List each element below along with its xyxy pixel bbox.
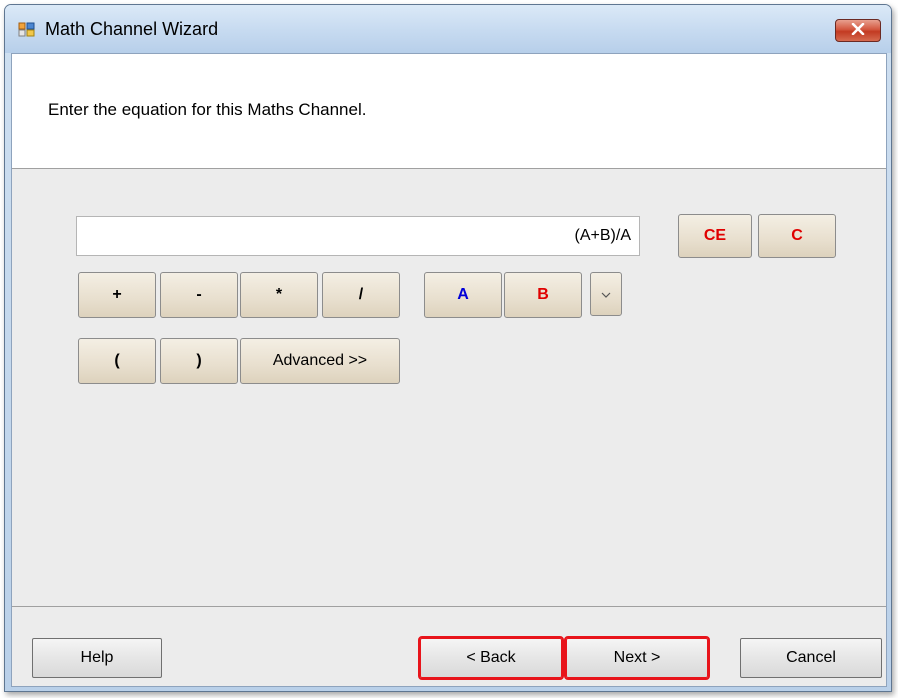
title-bar[interactable]: Math Channel Wizard bbox=[5, 5, 891, 53]
back-button[interactable]: < Back bbox=[418, 636, 564, 680]
wizard-window: Math Channel Wizard Enter the equation f… bbox=[4, 4, 892, 692]
close-paren-button[interactable]: ) bbox=[160, 338, 238, 384]
minus-button[interactable]: - bbox=[160, 272, 238, 318]
clear-entry-button[interactable]: CE bbox=[678, 214, 752, 258]
open-paren-button[interactable]: ( bbox=[78, 338, 156, 384]
plus-button[interactable]: + bbox=[78, 272, 156, 318]
cancel-button[interactable]: Cancel bbox=[740, 638, 882, 678]
wizard-header: Enter the equation for this Maths Channe… bbox=[12, 54, 886, 169]
next-button[interactable]: Next > bbox=[564, 636, 710, 680]
footer-divider bbox=[12, 606, 886, 607]
chevron-down-icon bbox=[601, 285, 611, 303]
window-title: Math Channel Wizard bbox=[45, 19, 219, 39]
instruction-text: Enter the equation for this Maths Channe… bbox=[48, 100, 367, 119]
help-button[interactable]: Help bbox=[32, 638, 162, 678]
divide-button[interactable]: / bbox=[322, 272, 400, 318]
equation-field[interactable]: (A+B)/A bbox=[76, 216, 640, 256]
multiply-button[interactable]: * bbox=[240, 272, 318, 318]
clear-button[interactable]: C bbox=[758, 214, 836, 258]
channel-a-button[interactable]: A bbox=[424, 272, 502, 318]
more-channels-dropdown[interactable] bbox=[590, 272, 622, 316]
wizard-client-area: Enter the equation for this Maths Channe… bbox=[11, 53, 887, 687]
close-x-icon bbox=[851, 22, 865, 40]
window-app-icon bbox=[18, 20, 36, 38]
advanced-button[interactable]: Advanced >> bbox=[240, 338, 400, 384]
close-button[interactable] bbox=[835, 19, 881, 42]
channel-b-button[interactable]: B bbox=[504, 272, 582, 318]
